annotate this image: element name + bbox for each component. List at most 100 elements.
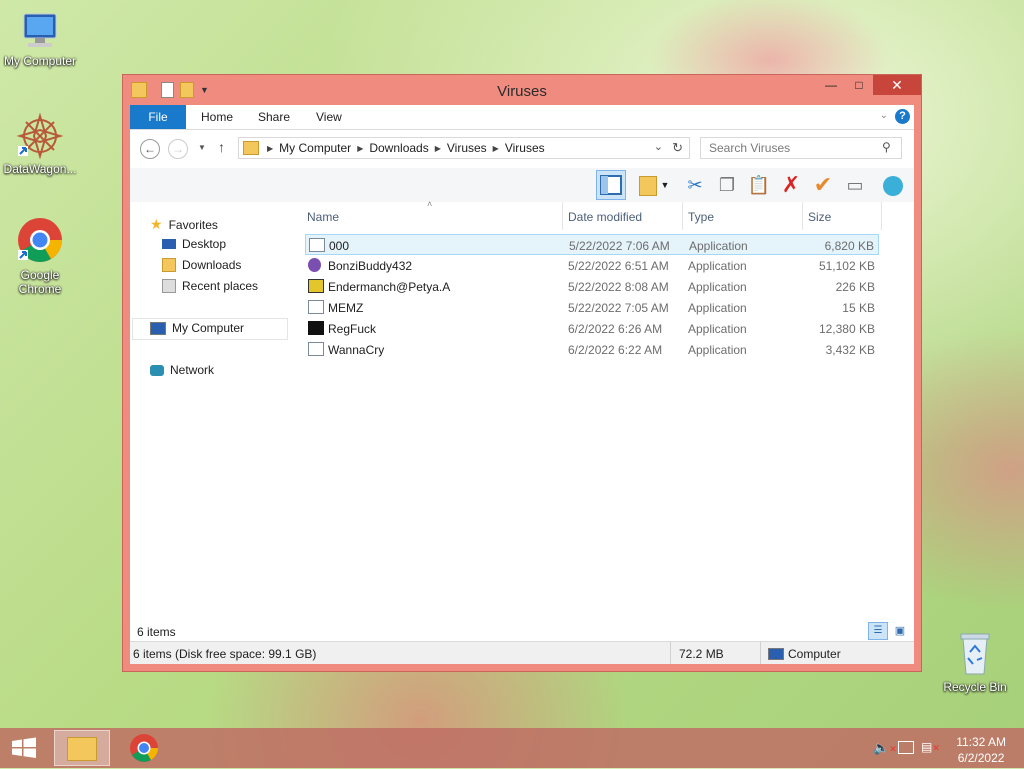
search-input[interactable]: Search Viruses — [700, 137, 902, 159]
network-disconnected-icon[interactable]: ▤✕ — [921, 740, 940, 754]
nav-my-computer[interactable]: My Computer — [150, 321, 244, 335]
taskbar: 🔈✕ ▤✕ 11:32 AM 6/2/2022 — [0, 728, 1024, 768]
select-all-button[interactable]: ✔ — [808, 170, 838, 200]
start-button[interactable] — [2, 730, 46, 766]
tab-file[interactable]: File — [130, 105, 186, 129]
details-view-button[interactable]: ☰ — [868, 622, 888, 640]
ribbon-expand-icon[interactable]: ⌄ — [880, 110, 888, 121]
nav-recent-places[interactable]: Recent places — [162, 279, 258, 293]
file-size: 15 KB — [842, 301, 875, 315]
application-icon — [308, 342, 324, 356]
downloads-icon — [162, 258, 176, 272]
file-name: 000 — [329, 239, 350, 253]
help-icon[interactable]: ? — [895, 109, 910, 124]
nav-favorites[interactable]: ★ Favorites — [150, 216, 218, 233]
file-date: 5/22/2022 7:06 AM — [569, 239, 670, 253]
tab-view[interactable]: View — [302, 105, 356, 129]
desktop-icon-recycle-bin[interactable]: Recycle Bin — [935, 630, 1015, 694]
status-disk-space: 6 items (Disk free space: 99.1 GB) — [133, 647, 317, 661]
datawagon-icon — [16, 112, 64, 160]
nav-label: My Computer — [172, 321, 245, 335]
address-bar[interactable]: ▶ My Computer ▶ Downloads ▶ Viruses ▶ Vi… — [238, 137, 690, 159]
nav-label: Desktop — [182, 237, 227, 251]
recent-locations-icon[interactable]: ▼ — [198, 143, 206, 152]
nav-network[interactable]: Network — [150, 363, 214, 377]
taskbar-google-chrome[interactable] — [116, 730, 172, 766]
tab-share[interactable]: Share — [244, 105, 304, 129]
computer-icon — [23, 13, 57, 47]
preview-pane-icon — [600, 175, 622, 195]
breadcrumb-viruses-current[interactable]: Viruses — [505, 141, 545, 155]
nav-label: Downloads — [182, 258, 242, 272]
window-client: File Home Share View ⌄ ? ← → ▼ ↑ ▶ My Co… — [130, 105, 914, 664]
file-date: 6/2/2022 6:26 AM — [568, 322, 663, 336]
file-size: 51,102 KB — [818, 259, 875, 273]
item-count-bar: 6 items ☰ ▣ — [130, 622, 914, 642]
desktop-icon-my-computer[interactable]: My Computer — [0, 10, 80, 68]
rename-button[interactable]: ▭ — [840, 170, 870, 200]
refresh-icon[interactable]: ↻ — [672, 140, 683, 156]
application-icon — [309, 238, 325, 252]
column-date-modified[interactable]: Date modified — [568, 210, 642, 224]
status-divider — [760, 642, 761, 664]
desktop-icon-label: My Computer — [3, 54, 77, 68]
desktop-icon-google-chrome[interactable]: Google Chrome — [0, 216, 80, 296]
forward-button[interactable]: → — [168, 139, 188, 159]
breadcrumb-downloads[interactable]: Downloads — [369, 141, 428, 155]
paste-button[interactable]: 📋 — [744, 170, 774, 200]
file-type: Application — [688, 322, 747, 336]
status-divider — [670, 642, 671, 664]
back-button[interactable]: ← — [140, 139, 160, 159]
file-row-wannacry[interactable]: WannaCry 6/2/2022 6:22 AM Application 3,… — [305, 339, 879, 360]
nav-desktop[interactable]: Desktop — [162, 237, 226, 251]
clock-date: 6/2/2022 — [957, 751, 1005, 765]
cut-button[interactable]: ✂ — [680, 170, 710, 200]
preview-pane-button[interactable] — [596, 170, 626, 200]
up-button[interactable]: ↑ — [218, 139, 225, 155]
large-icons-view-button[interactable]: ▣ — [890, 622, 910, 640]
taskbar-file-explorer[interactable] — [54, 730, 110, 766]
properties-icon — [639, 176, 657, 197]
close-button[interactable]: ✕ — [873, 75, 921, 95]
share-button[interactable] — [878, 170, 908, 200]
tab-home[interactable]: Home — [187, 105, 247, 129]
column-divider[interactable] — [881, 202, 882, 230]
file-name: RegFuck — [328, 322, 377, 336]
status-location: Computer — [788, 647, 841, 661]
status-bar: 6 items (Disk free space: 99.1 GB) 72.2 … — [130, 641, 914, 664]
desktop-icon-datawagon[interactable]: DataWagon... — [0, 112, 80, 176]
minimize-button[interactable]: — — [817, 75, 845, 95]
folder-icon — [243, 141, 259, 155]
file-row-regfuck[interactable]: RegFuck 6/2/2022 6:26 AM Application 12,… — [305, 318, 879, 339]
column-divider[interactable] — [802, 202, 803, 230]
file-row-000[interactable]: 000 5/22/2022 7:06 AM Application 6,820 … — [305, 234, 879, 255]
file-row-memz[interactable]: MEMZ 5/22/2022 7:05 AM Application 15 KB — [305, 297, 879, 318]
column-divider[interactable] — [562, 202, 563, 230]
title-bar[interactable]: ▼ Viruses — □ ✕ — [123, 75, 921, 105]
nav-downloads[interactable]: Downloads — [162, 258, 241, 272]
column-divider[interactable] — [682, 202, 683, 230]
action-center-icon[interactable] — [898, 741, 914, 754]
column-size[interactable]: Size — [808, 210, 831, 224]
file-list: ˄ Name Date modified Type Size 000 5/22/… — [300, 199, 914, 621]
column-name[interactable]: Name — [307, 210, 339, 224]
breadcrumb-viruses[interactable]: Viruses — [447, 141, 487, 155]
delete-button[interactable]: ✗ — [776, 170, 806, 200]
breadcrumb-my-computer[interactable]: My Computer — [279, 141, 351, 155]
nav-label: Network — [170, 363, 215, 377]
file-size: 3,432 KB — [825, 343, 875, 357]
copy-button[interactable]: ❐ — [712, 170, 742, 200]
search-icon[interactable]: ⚲ — [882, 140, 891, 154]
maximize-button[interactable]: □ — [845, 75, 873, 95]
breadcrumb-separator-icon: ▶ — [434, 143, 441, 153]
column-type[interactable]: Type — [688, 210, 714, 224]
volume-muted-icon[interactable]: 🔈✕ — [873, 740, 897, 756]
file-row-bonzibuddy432[interactable]: BonziBuddy432 5/22/2022 6:51 AM Applicat… — [305, 255, 879, 276]
taskbar-clock[interactable]: 11:32 AM 6/2/2022 — [956, 734, 1006, 766]
address-row: ← → ▼ ↑ ▶ My Computer ▶ Downloads ▶ Viru… — [130, 130, 914, 168]
address-dropdown-icon[interactable]: ⌄ — [654, 140, 663, 153]
file-row-endermanch-petya[interactable]: Endermanch@Petya.A 5/22/2022 8:08 AM App… — [305, 276, 879, 297]
views-dropdown-icon[interactable]: ▼ — [658, 170, 672, 200]
file-date: 5/22/2022 6:51 AM — [568, 259, 669, 273]
file-type: Application — [688, 259, 747, 273]
